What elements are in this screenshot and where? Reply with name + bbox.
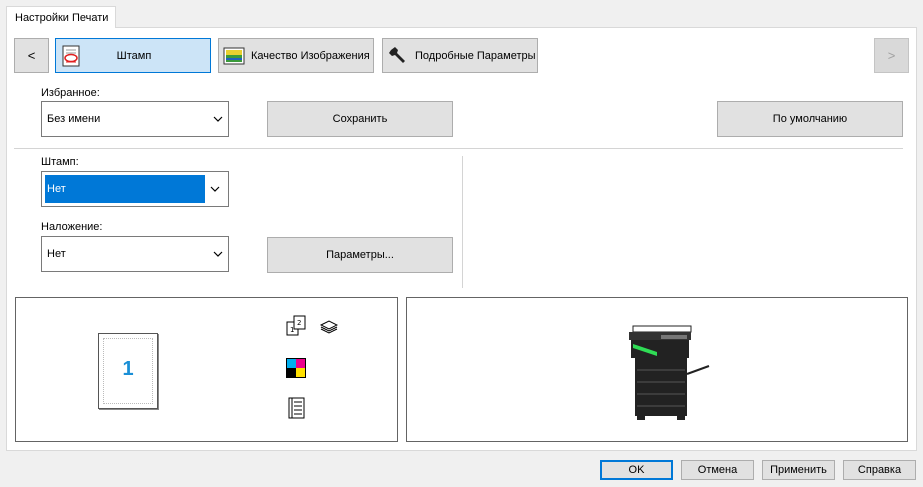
stamp-icon (60, 45, 82, 67)
default-button[interactable]: По умолчанию (717, 101, 903, 137)
divider (14, 148, 903, 149)
cancel-button-label: Отмена (697, 464, 738, 476)
tab-advanced-label: Подробные Параметры (415, 49, 536, 62)
wrench-icon (387, 45, 409, 67)
tab-stamp[interactable]: Штамп (55, 38, 211, 73)
svg-text:2: 2 (297, 319, 301, 327)
prev-button[interactable]: < (14, 38, 49, 73)
image-quality-icon (223, 45, 245, 67)
overlay-params-button[interactable]: Параметры... (267, 237, 453, 273)
tab-print-settings[interactable]: Настройки Печати (6, 6, 116, 28)
page-preview: 1 1 2 (15, 297, 398, 442)
chevron-right-icon: > (887, 48, 896, 63)
vertical-divider (462, 156, 463, 288)
stamp-select[interactable]: Нет (41, 171, 229, 207)
printer-icon (627, 322, 717, 425)
apply-button-label: Применить (770, 464, 827, 476)
overlay-label: Наложение: (41, 221, 103, 233)
color-icon (286, 358, 306, 381)
next-button[interactable]: > (874, 38, 909, 73)
page-number: 1 (122, 358, 134, 380)
overlay-select[interactable]: Нет (41, 236, 229, 272)
tab-image-quality[interactable]: Качество Изображения (218, 38, 374, 73)
default-button-label: По умолчанию (772, 113, 848, 125)
help-button[interactable]: Справка (843, 460, 916, 480)
save-button-label: Сохранить (332, 113, 388, 125)
svg-text:1: 1 (290, 326, 294, 334)
ok-button-label: OK (628, 464, 645, 476)
overlay-value: Нет (47, 248, 66, 260)
chevron-left-icon: < (27, 48, 36, 63)
tab-label: Настройки Печати (15, 11, 109, 24)
duplex-icon: 1 2 (286, 315, 306, 340)
tab-advanced[interactable]: Подробные Параметры (382, 38, 538, 73)
stamp-value: Нет (45, 175, 205, 203)
chevron-down-icon (208, 251, 228, 257)
stack-icon (319, 319, 339, 338)
help-button-label: Справка (857, 464, 902, 476)
favorites-value: Без имени (47, 113, 101, 125)
binding-icon (288, 397, 306, 422)
page-thumbnail: 1 (98, 333, 158, 409)
stamp-label: Штамп: (41, 156, 79, 168)
ok-button[interactable]: OK (600, 460, 673, 480)
tab-stamp-label: Штамп (116, 49, 152, 62)
apply-button[interactable]: Применить (762, 460, 835, 480)
chevron-down-icon (208, 116, 228, 122)
cancel-button[interactable]: Отмена (681, 460, 754, 480)
favorites-select[interactable]: Без имени (41, 101, 229, 137)
overlay-params-label: Параметры... (326, 249, 394, 261)
favorites-label: Избранное: (41, 87, 100, 99)
chevron-down-icon (205, 186, 225, 192)
save-button[interactable]: Сохранить (267, 101, 453, 137)
tab-image-quality-label: Качество Изображения (251, 49, 370, 62)
printer-preview (406, 297, 908, 442)
